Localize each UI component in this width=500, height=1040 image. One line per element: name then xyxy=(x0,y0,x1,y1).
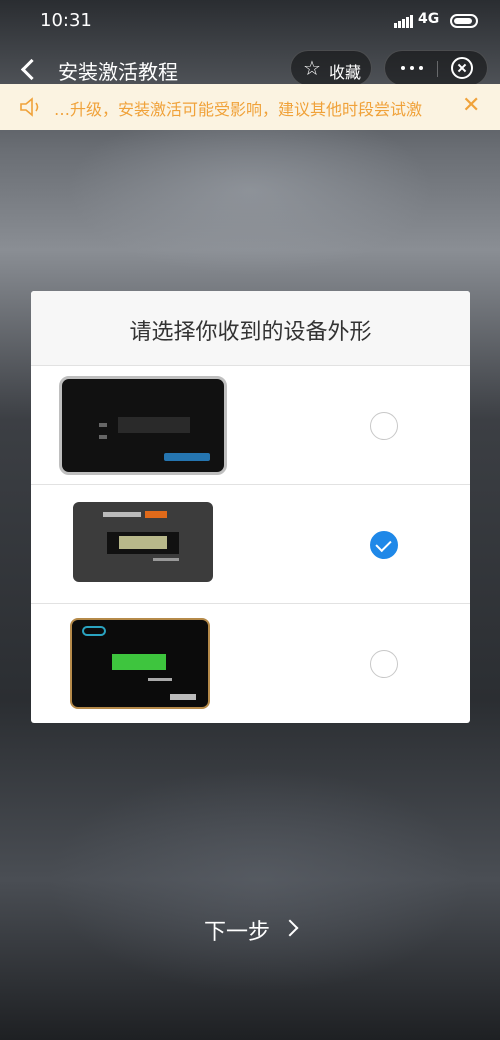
notice-text: …升级，安装激活可能受影响，建议其他时段尝试激 xyxy=(54,100,423,119)
radio-button[interactable] xyxy=(370,412,398,440)
device-image-1 xyxy=(59,376,227,475)
dialog-title: 请选择你收到的设备外形 xyxy=(129,320,372,345)
chevron-right-icon xyxy=(281,919,299,937)
status-time: 10:31 xyxy=(40,10,92,31)
notice-close-icon[interactable]: ✕ xyxy=(462,93,480,119)
mini-program-capsule xyxy=(384,50,488,86)
page-title: 安装激活教程 xyxy=(58,60,178,84)
radio-button[interactable] xyxy=(370,650,398,678)
network-type: 4G xyxy=(418,11,440,27)
dialog-header: 请选择你收到的设备外形 xyxy=(31,291,470,366)
favorite-label: 收藏 xyxy=(329,63,362,82)
device-image-2 xyxy=(73,502,213,582)
next-step-label: 下一步 xyxy=(204,920,271,945)
device-image-3 xyxy=(70,618,210,709)
capsule-divider xyxy=(437,61,438,77)
star-icon: ☆ xyxy=(303,56,321,80)
notice-bar: …升级，安装激活可能受影响，建议其他时段尝试激 ✕ xyxy=(0,84,500,130)
signal-icon xyxy=(394,14,414,28)
speaker-icon xyxy=(20,97,39,117)
status-bar: 10:31 4G xyxy=(0,0,500,44)
device-option-1[interactable] xyxy=(31,366,470,485)
radio-button-checked[interactable] xyxy=(370,531,398,559)
device-select-dialog: 请选择你收到的设备外形 xyxy=(31,291,470,723)
device-option-3[interactable] xyxy=(31,604,470,723)
close-mini-program-icon[interactable] xyxy=(451,57,473,79)
next-step-button[interactable]: 下一步 xyxy=(196,911,306,947)
favorite-button[interactable]: ☆ 收藏 xyxy=(290,50,372,86)
device-option-2[interactable] xyxy=(31,485,470,604)
checkmark-icon xyxy=(375,535,392,553)
battery-icon xyxy=(450,14,478,28)
back-button[interactable] xyxy=(14,50,44,86)
more-icon[interactable] xyxy=(401,66,423,70)
